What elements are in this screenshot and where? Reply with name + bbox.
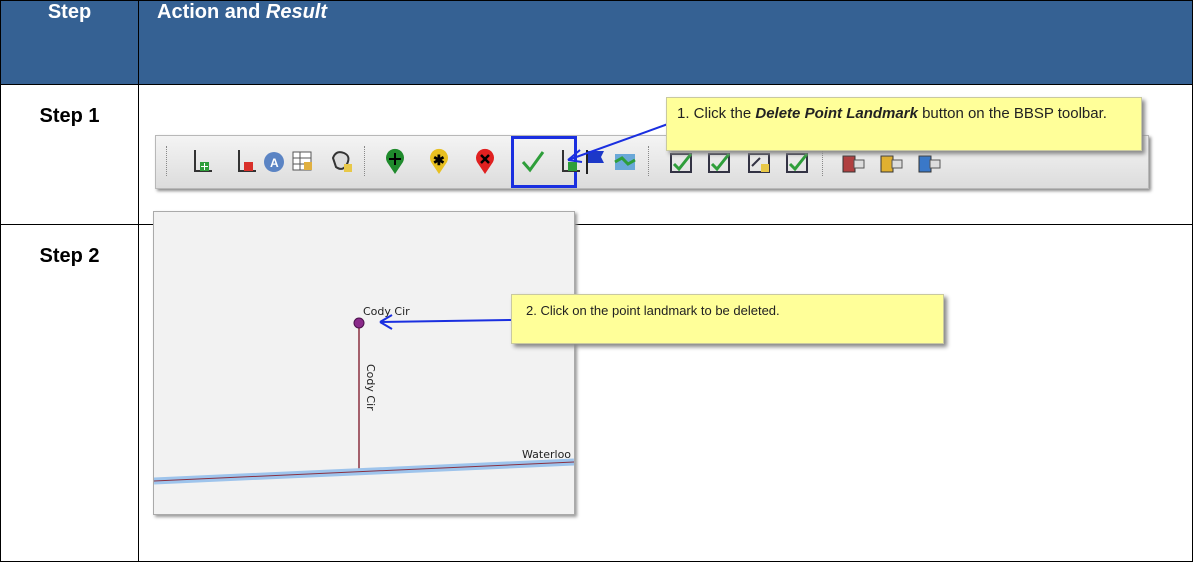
header-action-label: Action and [157, 1, 266, 23]
delete-line-icon[interactable] [234, 148, 260, 176]
callout-1: 1. Click the Delete Point Landmark butto… [666, 97, 1142, 151]
house-icon-3[interactable] [916, 148, 942, 176]
callout-1-bold: Delete Point Landmark [755, 105, 918, 122]
callout-1-suffix: button on the BBSP toolbar. [917, 105, 1107, 122]
header-step: Step [0, 0, 139, 85]
header-result-label: Result [265, 1, 328, 23]
toolbar-grip [364, 146, 367, 176]
house-icon-2[interactable] [878, 148, 904, 176]
step-1-label: Step 1 [0, 84, 139, 225]
add-line-icon[interactable] [190, 148, 216, 176]
move-point-landmark-icon[interactable]: ✱ [426, 148, 452, 176]
house-icon-1[interactable] [840, 148, 866, 176]
map-view[interactable]: Cody Cir Cody Cir Waterloo [153, 211, 575, 515]
map-label-cody-cir-vertical: Cody Cir [364, 364, 377, 411]
check-icon-2[interactable] [706, 148, 732, 176]
callout-2: 2. Click on the point landmark to be del… [511, 294, 944, 344]
verify-icon[interactable] [520, 148, 546, 176]
delete-point-landmark-icon[interactable] [472, 148, 498, 176]
toolbar-grip [166, 146, 169, 176]
step-2-label: Step 2 [0, 224, 139, 562]
map-label-waterloo: Waterloo [522, 448, 572, 461]
map-canvas [154, 317, 574, 485]
area-landmark-icon[interactable] [328, 148, 354, 176]
svg-text:✱: ✱ [433, 152, 445, 168]
add-point-landmark-icon[interactable] [382, 148, 408, 176]
check-icon-3[interactable] [746, 148, 772, 176]
svg-text:A: A [270, 156, 279, 170]
callout-1-prefix: 1. Click the [677, 105, 756, 122]
check-icon-4[interactable] [784, 148, 810, 176]
address-range-icon[interactable]: A [262, 148, 288, 176]
callout-1-arrow [567, 123, 669, 163]
callout-2-arrow [379, 314, 513, 330]
header-action-result: Action and Result [138, 0, 1193, 85]
table-edit-icon[interactable] [290, 148, 316, 176]
